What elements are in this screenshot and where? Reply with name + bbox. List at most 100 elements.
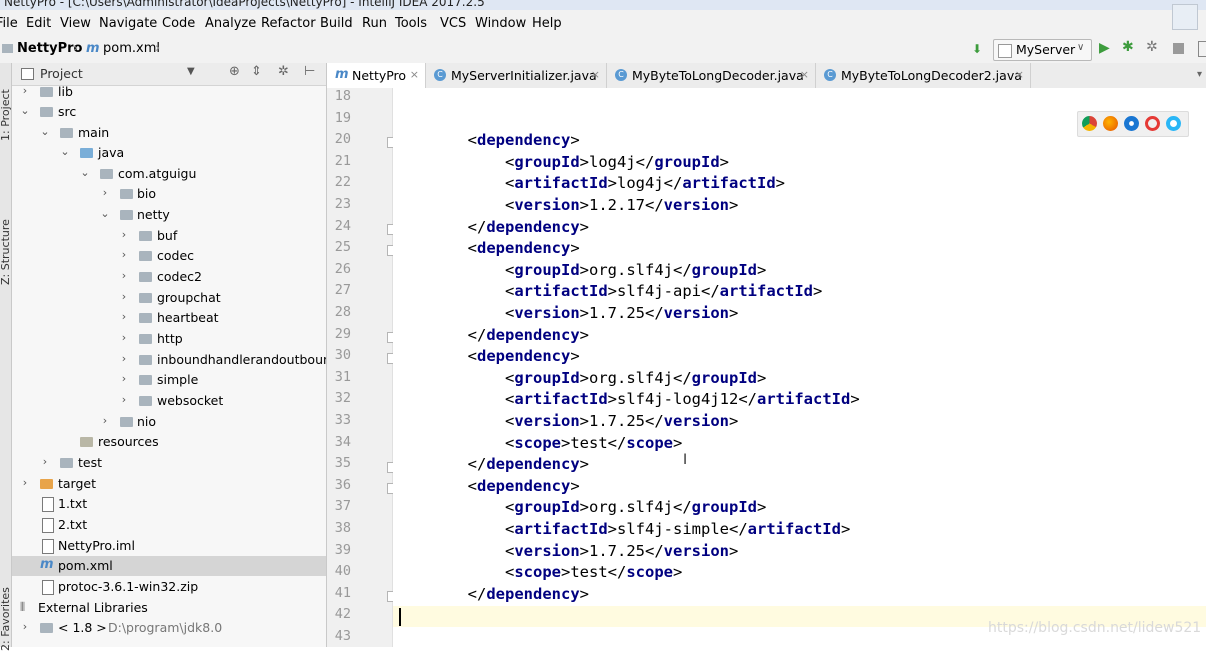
tree-item-inboundhandlerandoutbound[interactable]: › inboundhandlerandoutbound <box>12 350 326 370</box>
menu-navigate[interactable]: Navigate <box>99 16 157 31</box>
project-structure-icon[interactable] <box>1198 41 1206 57</box>
chevron-right-icon[interactable]: › <box>119 331 129 344</box>
tree-item-http[interactable]: › http <box>12 329 326 349</box>
menu-file[interactable]: File <box>0 16 18 31</box>
tree-item-codec[interactable]: › codec <box>12 246 326 266</box>
tree-item-lib[interactable]: › lib <box>12 82 326 102</box>
chevron-down-icon[interactable]: ⌄ <box>40 125 50 138</box>
build-icon[interactable]: ⬇ <box>972 42 982 56</box>
chevron-right-icon[interactable]: › <box>119 269 129 282</box>
tree-item-heartbeat[interactable]: › heartbeat <box>12 308 326 328</box>
tree-item-protoc-zip[interactable]: protoc-3.6.1-win32.zip <box>12 577 326 597</box>
package-icon <box>139 334 152 344</box>
tree-item-1-txt[interactable]: 1.txt <box>12 494 326 514</box>
tree-item-groupchat[interactable]: › groupchat <box>12 288 326 308</box>
notification-icon[interactable] <box>1172 4 1198 30</box>
tree-item-nettypro-iml[interactable]: NettyPro.iml <box>12 536 326 556</box>
opera-icon[interactable] <box>1145 116 1160 131</box>
chevron-right-icon[interactable]: › <box>119 248 129 261</box>
favorites-tool-tab[interactable]: 2: Favorites <box>0 587 12 651</box>
project-tool-tab[interactable]: 1: Project <box>0 89 12 141</box>
run-icon[interactable]: ▶ <box>1099 40 1110 56</box>
chevron-right-icon[interactable]: › <box>119 372 129 385</box>
sync-icon[interactable]: ⊕ <box>229 64 240 79</box>
menu-run[interactable]: Run <box>362 16 387 31</box>
tree-item-src[interactable]: ⌄ src <box>12 102 326 122</box>
tree-item-pom-xml[interactable]: m pom.xml <box>12 556 326 576</box>
breadcrumb-file[interactable]: pom.xml <box>103 41 160 56</box>
tab-nettypro[interactable]: m NettyPro × <box>327 63 426 90</box>
chevron-right-icon[interactable]: › <box>119 310 129 323</box>
text-file-icon <box>42 497 54 512</box>
chevron-right-icon[interactable]: › <box>100 186 110 199</box>
safari-icon[interactable] <box>1124 116 1139 131</box>
tree-item-label: lib <box>58 84 73 99</box>
menu-code[interactable]: Code <box>162 16 195 31</box>
tree-item-test[interactable]: › test <box>12 453 326 473</box>
chevron-right-icon[interactable]: › <box>40 455 50 468</box>
ie-icon[interactable] <box>1166 116 1181 131</box>
folder-icon <box>40 87 53 97</box>
tree-item-com-atguigu[interactable]: ⌄ com.atguigu <box>12 164 326 184</box>
menu-vcs[interactable]: VCS <box>440 16 466 31</box>
tree-item-java[interactable]: ⌄ java <box>12 143 326 163</box>
menu-build[interactable]: Build <box>320 16 353 31</box>
close-icon[interactable]: × <box>1015 68 1024 81</box>
chevron-right-icon[interactable]: › <box>20 84 30 97</box>
chevron-down-icon[interactable]: ⌄ <box>80 166 90 179</box>
chrome-icon[interactable] <box>1082 116 1097 131</box>
tree-item-codec2[interactable]: › codec2 <box>12 267 326 287</box>
menu-analyze[interactable]: Analyze <box>205 16 256 31</box>
menu-window[interactable]: Window <box>475 16 526 31</box>
tab-list-icon[interactable]: ▾ <box>1197 69 1202 80</box>
chevron-right-icon[interactable]: › <box>119 290 129 303</box>
chevron-right-icon[interactable]: › <box>119 352 129 365</box>
chevron-right-icon[interactable]: › <box>20 620 30 633</box>
close-icon[interactable]: × <box>410 68 419 81</box>
menu-edit[interactable]: Edit <box>26 16 51 31</box>
stop-icon[interactable] <box>1173 43 1184 54</box>
coverage-icon[interactable]: ✲ <box>1146 39 1158 55</box>
collapse-icon[interactable]: ⇕ <box>251 64 262 79</box>
tree-item-netty[interactable]: ⌄ netty <box>12 205 326 225</box>
code-editor[interactable]: <dependency> <groupId>log4j</groupId> <a… <box>393 88 1206 647</box>
close-icon[interactable]: × <box>800 68 809 81</box>
tab-mybytetolongdecoder2[interactable]: C MyByteToLongDecoder2.java × <box>816 63 1031 88</box>
tree-item-label: codec <box>157 248 195 263</box>
hide-panel-icon[interactable]: ⊢ <box>304 64 315 79</box>
menu-tools[interactable]: Tools <box>395 16 427 31</box>
chevron-right-icon[interactable]: › <box>100 414 110 427</box>
chevron-right-icon[interactable]: › <box>20 476 30 489</box>
firefox-icon[interactable] <box>1103 116 1118 131</box>
menu-view[interactable]: View <box>60 16 91 31</box>
menu-refactor[interactable]: Refactor <box>261 16 316 31</box>
jdk-path: D:\program\jdk8.0 <box>108 620 223 635</box>
chevron-right-icon[interactable]: › <box>119 228 129 241</box>
tree-item-target[interactable]: › target <box>12 474 326 494</box>
chevron-down-icon[interactable]: ⌄ <box>60 145 70 158</box>
tree-item-label: target <box>58 476 97 491</box>
tab-myserverinitializer[interactable]: C MyServerInitializer.java × <box>426 63 607 88</box>
tab-mybytetolongdecoder[interactable]: C MyByteToLongDecoder.java × <box>607 63 816 88</box>
tree-item-simple[interactable]: › simple <box>12 370 326 390</box>
code-line: <version>1.7.25</version> <box>504 541 739 560</box>
gear-icon[interactable]: ✲ <box>278 64 289 79</box>
menu-help[interactable]: Help <box>532 16 562 31</box>
tree-item-nio[interactable]: › nio <box>12 412 326 432</box>
chevron-down-icon[interactable]: ⌄ <box>20 104 30 117</box>
run-config-dropdown[interactable]: MyServer ∨ <box>993 39 1092 61</box>
structure-tool-tab[interactable]: Z: Structure <box>0 219 12 285</box>
close-icon[interactable]: × <box>591 68 600 81</box>
tree-item-bio[interactable]: › bio <box>12 184 326 204</box>
chevron-right-icon[interactable]: › <box>119 393 129 406</box>
tree-item-jdk[interactable]: › < 1.8 > D:\program\jdk8.0 <box>12 618 326 638</box>
chevron-down-icon[interactable]: ⌄ <box>100 207 110 220</box>
tree-item-resources[interactable]: resources <box>12 432 326 452</box>
tree-item-2-txt[interactable]: 2.txt <box>12 515 326 535</box>
tree-item-main[interactable]: ⌄ main <box>12 123 326 143</box>
debug-icon[interactable]: ✱ <box>1122 39 1134 55</box>
view-dropdown-icon[interactable]: ▼ <box>187 66 195 77</box>
tree-item-websocket[interactable]: › websocket <box>12 391 326 411</box>
tree-item-external-libraries[interactable]: ⫴ External Libraries <box>12 598 326 618</box>
tree-item-buf[interactable]: › buf <box>12 226 326 246</box>
